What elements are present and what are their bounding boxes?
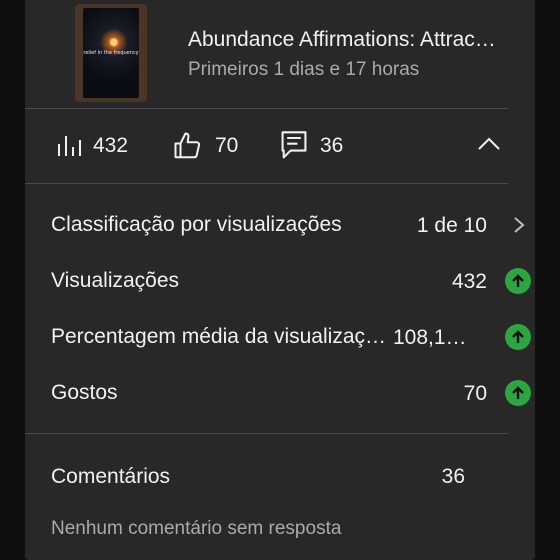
- video-title: Abundance Affirmations: Attrac…: [188, 28, 496, 51]
- metric-label: Visualizações: [51, 269, 180, 292]
- thumbnail-caption: relief in the frequency: [83, 50, 139, 56]
- metric-label: Gostos: [51, 381, 118, 404]
- likes-count: 70: [215, 134, 239, 157]
- views-stat: 432: [57, 110, 128, 182]
- metric-row-likes: Gostos 70: [51, 373, 531, 413]
- comments-section-count: 36: [441, 465, 465, 488]
- metric-value: 432: [451, 270, 487, 293]
- comment-icon: [280, 130, 308, 162]
- views-count: 432: [93, 134, 129, 157]
- comments-section-label: Comentários: [51, 465, 171, 488]
- metric-value: 1 de 10: [416, 214, 487, 237]
- thumbnail-image: relief in the frequency: [83, 8, 139, 98]
- divider: [25, 108, 508, 109]
- thumbs-up-icon: [173, 131, 203, 161]
- video-thumbnail[interactable]: relief in the frequency: [75, 4, 147, 102]
- arrow-up-icon: [505, 380, 531, 406]
- metric-value: 108,1…: [393, 326, 467, 349]
- comments-count: 36: [320, 134, 344, 157]
- no-unanswered-comments-text: Nenhum comentário sem resposta: [51, 518, 342, 539]
- metric-label: Classificação por visualizações: [51, 213, 342, 236]
- video-period: Primeiros 1 dias e 17 horas: [188, 59, 420, 80]
- chevron-right-icon[interactable]: [513, 216, 525, 239]
- metric-row-ranking[interactable]: Classificação por visualizações 1 de 10: [51, 205, 525, 245]
- likes-stat: 70: [173, 110, 238, 182]
- metric-row-average-percentage: Percentagem média da visualizaç… 108,1…: [51, 317, 531, 357]
- stats-row: 432 70 36: [25, 110, 535, 182]
- arrow-up-icon: [505, 268, 531, 294]
- video-analytics-card: relief in the frequency Abundance Affirm…: [25, 0, 535, 560]
- arrow-up-icon: [505, 324, 531, 350]
- chevron-up-icon[interactable]: [478, 136, 500, 157]
- metric-row-views: Visualizações 432: [51, 261, 531, 301]
- comments-stat: 36: [280, 110, 343, 182]
- metric-value: 70: [463, 382, 487, 405]
- bar-chart-icon: [57, 134, 81, 158]
- divider: [25, 183, 508, 184]
- divider: [25, 433, 508, 434]
- video-summary-row[interactable]: relief in the frequency Abundance Affirm…: [25, 0, 535, 108]
- metric-label: Percentagem média da visualizaç…: [51, 325, 386, 348]
